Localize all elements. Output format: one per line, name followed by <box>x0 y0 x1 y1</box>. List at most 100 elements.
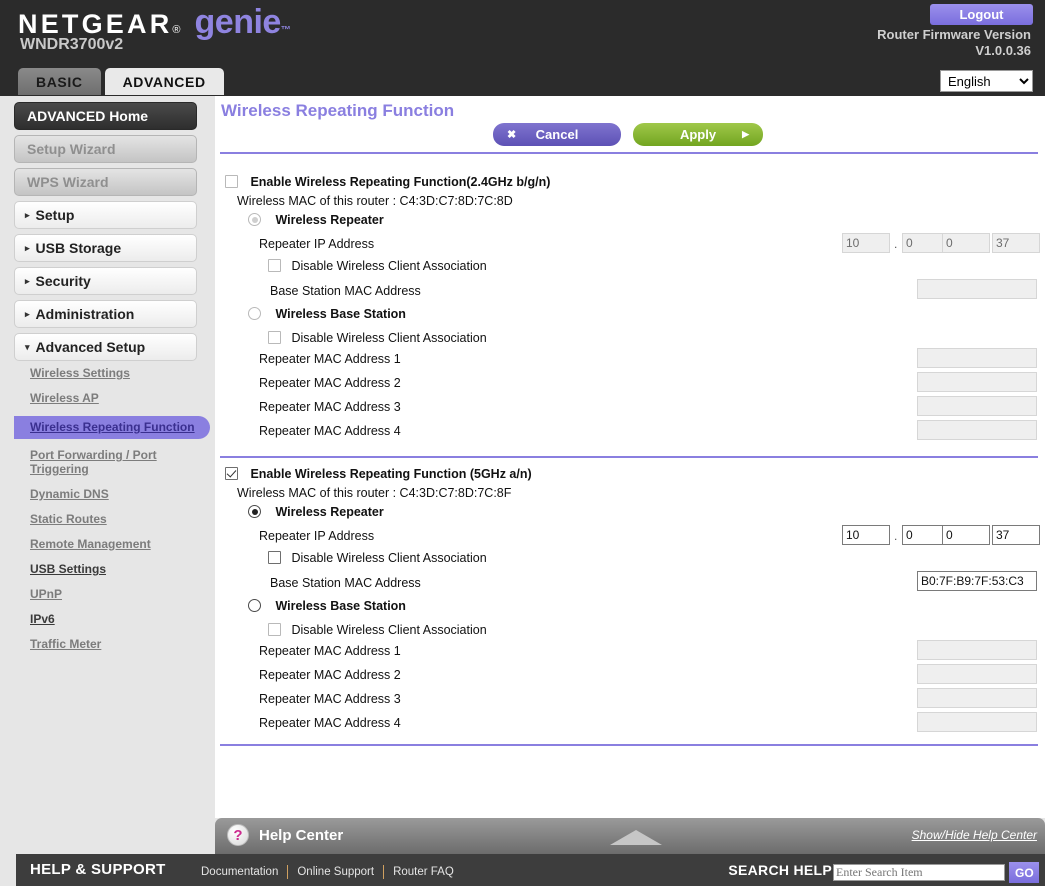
repeater-mac-24ghz-label-2: Repeater MAC Address 2 <box>259 376 401 390</box>
search-help-input[interactable] <box>833 864 1005 881</box>
chevron-right-icon: ▸ <box>25 242 30 253</box>
sidebar: ADVANCED Home Setup Wizard WPS Wizard ▸ … <box>0 96 215 854</box>
repeater-ip-5ghz-octet-1[interactable] <box>842 525 890 545</box>
sidebar-item-ipv6[interactable]: IPv6 <box>30 612 200 626</box>
wireless-base-station-5ghz-row[interactable]: Wireless Base Station <box>248 597 406 615</box>
sidebar-group-administration[interactable]: ▸ Administration <box>14 300 197 328</box>
base-station-mac-24ghz-input[interactable] <box>917 279 1037 299</box>
firmware-version-label: Router Firmware Version <box>877 27 1031 42</box>
wireless-repeater-5ghz-label: Wireless Repeater <box>275 505 384 519</box>
repeater-ip-5ghz-octet-3[interactable] <box>942 525 990 545</box>
wireless-repeater-5ghz-row[interactable]: Wireless Repeater <box>248 503 384 521</box>
sidebar-group-setup[interactable]: ▸ Setup <box>14 201 197 229</box>
footer-links: Documentation Online Support Router FAQ <box>192 865 463 879</box>
sidebar-item-wireless-ap[interactable]: Wireless AP <box>30 391 200 405</box>
sidebar-group-security[interactable]: ▸ Security <box>14 267 197 295</box>
sidebar-item-upnp[interactable]: UPnP <box>30 587 200 601</box>
disable-assoc-base-5ghz-row[interactable]: Disable Wireless Client Association <box>268 621 487 639</box>
repeater-mac-24ghz-input-3[interactable] <box>917 396 1037 416</box>
wireless-base-station-24ghz-radio[interactable] <box>248 307 261 321</box>
wireless-repeater-24ghz-radio[interactable] <box>248 213 261 227</box>
apply-button[interactable]: Apply ▶ <box>633 123 763 146</box>
main-content: Wireless Repeating Function ✖ Cancel App… <box>215 96 1045 818</box>
repeater-ip-24ghz-octet-4[interactable] <box>992 233 1040 253</box>
sidebar-item-static-routes[interactable]: Static Routes <box>30 512 200 526</box>
action-button-row: ✖ Cancel Apply ▶ <box>493 123 763 146</box>
sidebar-item-setup-wizard[interactable]: Setup Wizard <box>14 135 197 163</box>
base-station-mac-5ghz-input[interactable] <box>917 571 1037 591</box>
sidebar-item-label: USB Storage <box>35 240 122 256</box>
repeater-mac-5ghz-label-2: Repeater MAC Address 2 <box>259 668 401 682</box>
language-select[interactable]: English <box>940 70 1033 92</box>
sidebar-group-advanced-setup[interactable]: ▾ Advanced Setup <box>14 333 197 361</box>
wireless-base-station-24ghz-row[interactable]: Wireless Base Station <box>248 305 406 323</box>
repeater-ip-5ghz-label: Repeater IP Address <box>259 529 375 543</box>
sidebar-item-wps-wizard[interactable]: WPS Wizard <box>14 168 197 196</box>
repeater-mac-5ghz-input-1[interactable] <box>917 640 1037 660</box>
sidebar-item-traffic-meter[interactable]: Traffic Meter <box>30 637 200 651</box>
sidebar-item-advanced-home[interactable]: ADVANCED Home <box>14 102 197 130</box>
chevron-up-icon[interactable] <box>610 830 662 845</box>
base-station-mac-24ghz-label: Base Station MAC Address <box>270 284 421 298</box>
repeater-mac-5ghz-input-3[interactable] <box>917 688 1037 708</box>
cancel-button[interactable]: ✖ Cancel <box>493 123 621 146</box>
sidebar-item-remote-management[interactable]: Remote Management <box>30 537 200 551</box>
show-hide-help-center-link[interactable]: Show/Hide Help Center <box>912 828 1037 842</box>
disable-client-association-5ghz-repeater-checkbox[interactable] <box>268 551 281 565</box>
top-tabs: BASIC ADVANCED <box>18 68 224 95</box>
footer-link-router-faq[interactable]: Router FAQ <box>384 866 463 878</box>
repeater-mac-5ghz-input-2[interactable] <box>917 664 1037 684</box>
disable-assoc-base-24ghz-row[interactable]: Disable Wireless Client Association <box>268 329 487 347</box>
repeater-mac-24ghz-input-2[interactable] <box>917 372 1037 392</box>
tab-basic[interactable]: BASIC <box>18 68 101 95</box>
enable-5ghz-label: Enable Wireless Repeating Function (5GHz… <box>250 467 532 481</box>
enable-24ghz-checkbox[interactable] <box>225 175 238 189</box>
wireless-repeater-24ghz-label: Wireless Repeater <box>275 213 384 227</box>
enable-5ghz-checkbox[interactable] <box>225 467 238 481</box>
sidebar-group-usb-storage[interactable]: ▸ USB Storage <box>14 234 197 262</box>
sidebar-item-wireless-settings[interactable]: Wireless Settings <box>30 366 200 380</box>
sidebar-item-port-forwarding-triggering[interactable]: Port Forwarding / Port Triggering <box>30 448 200 476</box>
ip-dot-separator: . <box>894 237 898 251</box>
repeater-mac-24ghz-input-1[interactable] <box>917 348 1037 368</box>
close-icon: ✖ <box>507 129 517 141</box>
help-center-bar[interactable]: ? Help Center Show/Hide Help Center <box>215 818 1045 854</box>
repeater-mac-5ghz-label-4: Repeater MAC Address 4 <box>259 716 401 730</box>
repeater-mac-24ghz-label-1: Repeater MAC Address 1 <box>259 352 401 366</box>
footer-bar: HELP & SUPPORT Documentation Online Supp… <box>16 854 1045 886</box>
genie-router-page: NETGEAR ® genie ™ WNDR3700v2 BASIC ADVAN… <box>0 0 1045 886</box>
repeater-ip-24ghz-octet-1[interactable] <box>842 233 890 253</box>
search-help-label: SEARCH HELP <box>728 862 832 878</box>
brand-registered-icon: ® <box>172 24 181 36</box>
sidebar-advanced-setup-sublist: Wireless Settings Wireless AP Wireless R… <box>14 366 215 651</box>
disable-client-association-5ghz-base-checkbox[interactable] <box>268 623 281 637</box>
wireless-repeater-24ghz-row[interactable]: Wireless Repeater <box>248 211 384 229</box>
disable-assoc-repeater-24ghz-row[interactable]: Disable Wireless Client Association <box>268 257 487 275</box>
wireless-base-station-5ghz-radio[interactable] <box>248 599 261 613</box>
repeater-ip-5ghz-octet-4[interactable] <box>992 525 1040 545</box>
disable-client-association-24ghz-repeater-checkbox[interactable] <box>268 259 281 273</box>
wireless-repeater-5ghz-radio[interactable] <box>248 505 261 519</box>
repeater-mac-24ghz-input-4[interactable] <box>917 420 1037 440</box>
sidebar-item-usb-settings[interactable]: USB Settings <box>30 562 200 576</box>
sidebar-item-label: Setup Wizard <box>27 141 116 157</box>
repeater-ip-24ghz-octet-3[interactable] <box>942 233 990 253</box>
tab-advanced[interactable]: ADVANCED <box>104 68 224 95</box>
repeater-mac-5ghz-input-4[interactable] <box>917 712 1037 732</box>
search-go-button[interactable]: GO <box>1009 862 1039 883</box>
sidebar-item-dynamic-dns[interactable]: Dynamic DNS <box>30 487 200 501</box>
enable-24ghz-row[interactable]: Enable Wireless Repeating Function(2.4GH… <box>225 173 550 191</box>
chevron-right-icon: ▸ <box>25 308 30 319</box>
chevron-down-icon: ▾ <box>25 341 30 352</box>
sidebar-item-wireless-repeating-function[interactable]: Wireless Repeating Function <box>14 416 210 439</box>
footer-link-documentation[interactable]: Documentation <box>192 866 287 878</box>
sidebar-item-label: Advanced Setup <box>35 339 146 355</box>
logout-button[interactable]: Logout <box>930 4 1033 25</box>
enable-5ghz-row[interactable]: Enable Wireless Repeating Function (5GHz… <box>225 465 532 483</box>
disable-assoc-repeater-5ghz-row[interactable]: Disable Wireless Client Association <box>268 549 487 567</box>
disable-client-association-24ghz-base-checkbox[interactable] <box>268 331 281 345</box>
brand-trademark-icon: ™ <box>280 25 291 36</box>
chevron-right-icon: ▸ <box>25 209 30 220</box>
question-mark-icon: ? <box>227 824 249 846</box>
footer-link-online-support[interactable]: Online Support <box>288 866 383 878</box>
